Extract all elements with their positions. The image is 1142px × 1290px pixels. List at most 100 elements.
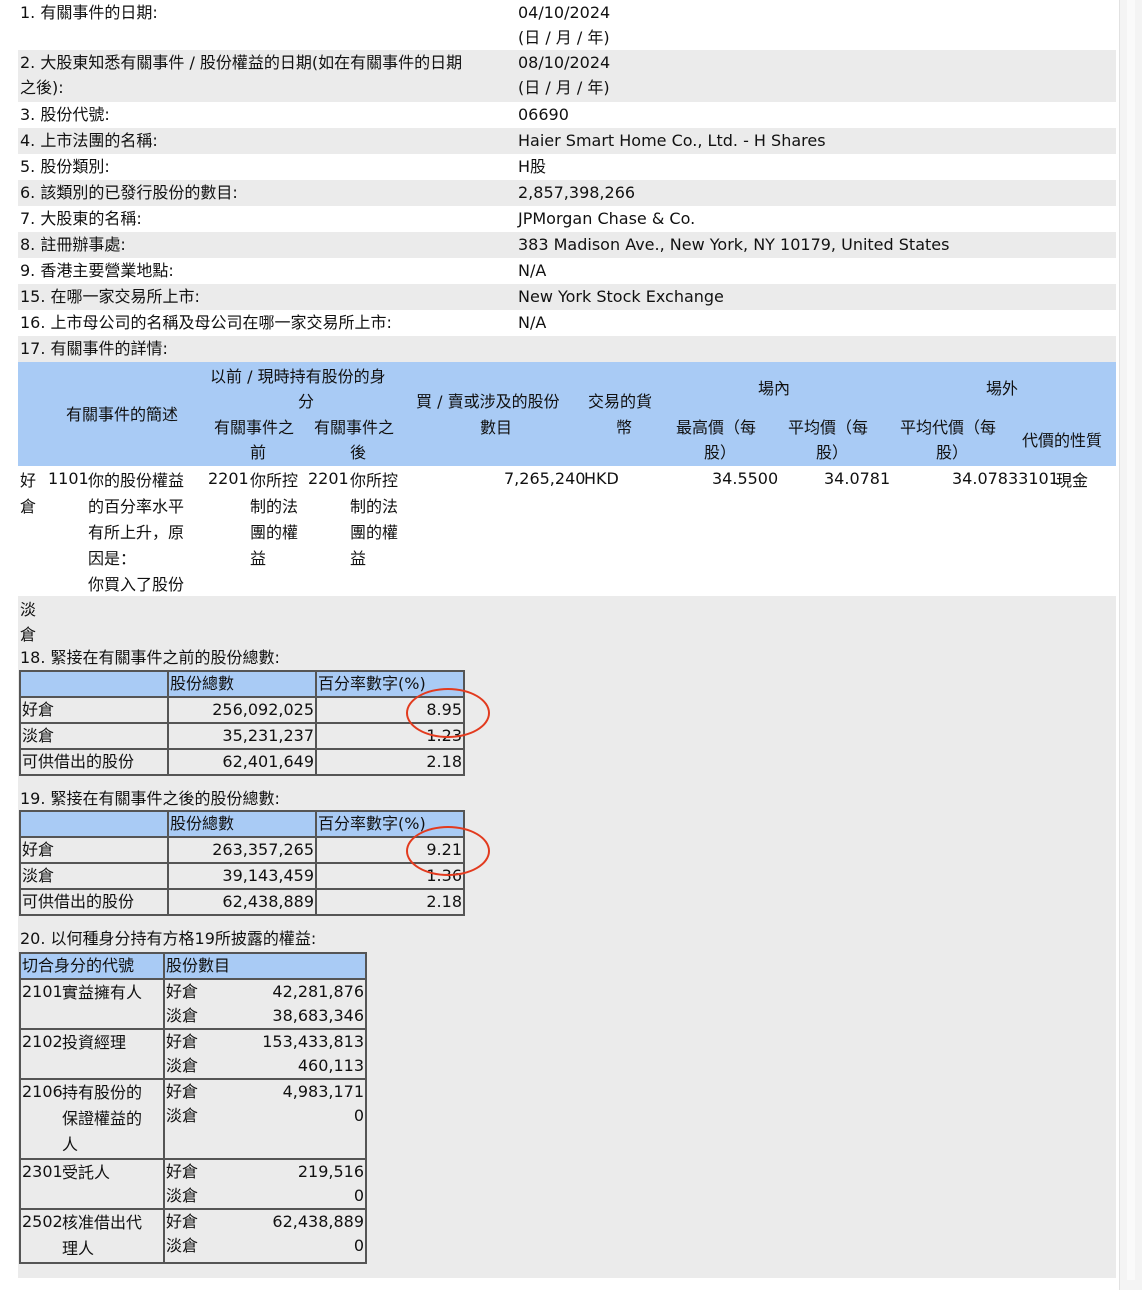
section-20-table: 切合身分的代號 股份數目 2101 實益擁有人 好倉 淡倉 42,281,876 38,68… <box>19 952 367 1264</box>
field-value-text: 04/10/2024 <box>518 3 611 22</box>
field-value: JPMorgan Chase & Co. <box>518 206 695 232</box>
description-line: 團的權 <box>350 523 399 542</box>
header-nature: 代價的性質 <box>1022 431 1103 450</box>
share-total: 62,401,649 <box>167 748 317 776</box>
field-label: 9. 香港主要營業地點: <box>18 258 518 284</box>
header-before: 有關事件之 <box>214 418 295 437</box>
field-row: 9. 香港主要營業地點: N/A <box>18 258 1116 284</box>
capacity-cell: 2101 實益擁有人 <box>19 978 165 1030</box>
table-row: 淡倉 35,231,237 1.23 <box>19 722 465 750</box>
highest-price: 34.5500 <box>712 469 779 488</box>
header-avg-2: 股） <box>816 443 849 462</box>
field-value-text: New York Stock Exchange <box>518 287 724 306</box>
long-position-value: 4,983,171 <box>282 1082 364 1101</box>
disclosure-form: 1. 有關事件的日期: 04/10/2024 (日 / 月 / 年) 2. 大股東知悉… <box>18 0 1116 1278</box>
capacity-name-line: 實益擁有人 <box>62 983 143 1002</box>
row-label: 可供借出的股份 <box>19 748 169 776</box>
field-value-text: 08/10/2024 <box>518 53 611 72</box>
capacity-name-line: 保證權益的 <box>62 1109 143 1128</box>
field-value: 08/10/2024 (日 / 月 / 年) <box>518 50 610 102</box>
field-label-text-2: 之後): <box>20 78 64 97</box>
short-position-label: 淡倉 <box>166 1236 199 1255</box>
short-position-label: 淡倉 <box>166 1106 199 1125</box>
field-label: 3. 股份代號: <box>18 102 518 128</box>
after-description: 你所控 制的法 團的權益 <box>350 468 398 572</box>
field-label: 4. 上市法團的名稱: <box>18 128 518 154</box>
capacity-name: 投資經理 <box>62 1030 126 1056</box>
table-row: 可供借出的股份 62,438,889 2.18 <box>19 888 465 916</box>
description-line: 益 <box>250 549 267 568</box>
share-total: 256,092,025 <box>167 696 317 724</box>
field-label: 8. 註冊辦事處: <box>18 232 518 258</box>
share-percentage: 2.18 <box>315 888 465 916</box>
short-position-value: 0 <box>353 1106 364 1125</box>
section-18-title: 18. 緊接在有關事件之前的股份總數: <box>20 648 280 667</box>
field-value: 06690 <box>518 102 569 128</box>
field-label: 2. 大股東知悉有關事件 / 股份權益的日期(如在有關事件的日期 之後): <box>18 50 518 102</box>
capacity-name-line: 持有股份的 <box>62 1083 143 1102</box>
capacity-code: 2106 <box>22 1082 63 1101</box>
position-values: 42,281,876 38,683,346 <box>203 978 367 1030</box>
field-row: 15. 在哪一家交易所上市: New York Stock Exchange <box>18 284 1116 310</box>
capacity-wrap: 2102 投資經理 <box>22 1030 162 1056</box>
header-total: 股份總數 <box>167 810 317 838</box>
share-total: 39,143,459 <box>167 862 317 890</box>
field-label-text: 3. 股份代號: <box>20 105 110 124</box>
description-line: 有所上升，原 <box>88 523 185 542</box>
header-after: 有關事件之 <box>314 418 395 437</box>
section-19-table: 股份總數 百分率數字(%) 好倉 263,357,265 9.21 淡倉 39,143,4… <box>19 810 465 916</box>
field-value: 2,857,398,266 <box>518 180 635 206</box>
row-label: 可供借出的股份 <box>19 888 169 916</box>
table-row: 好倉 256,092,025 8.95 <box>19 696 465 724</box>
capacity-name-line: 投資經理 <box>62 1033 127 1052</box>
field-label: 15. 在哪一家交易所上市: <box>18 284 518 310</box>
description-line: 的百分率水平 <box>88 497 185 516</box>
capacity-code: 2101 <box>22 982 63 1001</box>
share-total: 62,438,889 <box>167 888 317 916</box>
header-total: 股份總數 <box>167 670 317 698</box>
vertical-scrollbar[interactable] <box>1119 0 1142 1290</box>
section-19: 19. 緊接在有關事件之後的股份總數: 股份總數 百分率數字(%) 好倉 263,3… <box>18 788 1116 928</box>
field-row: 8. 註冊辦事處: 383 Madison Ave., New York, NY … <box>18 232 1116 258</box>
field-value: N/A <box>518 258 546 284</box>
share-total: 263,357,265 <box>167 836 317 864</box>
description-line: 你的股份權益 <box>88 471 185 490</box>
position-values: 219,516 0 <box>203 1158 367 1210</box>
header-after-2: 後 <box>350 443 367 462</box>
section-18-table: 股份總數 百分率數字(%) 好倉 256,092,025 8.95 淡倉 35,231,2… <box>19 670 465 776</box>
capacity-cell: 2102 投資經理 <box>19 1028 165 1080</box>
field-value-text: JPMorgan Chase & Co. <box>518 209 696 228</box>
section-17-header: 有關事件的簡述 以前 / 現時持有股份的身 分 有關事件之 前 有關事件之 後 … <box>18 362 1116 466</box>
description-line: 你所控 <box>350 471 399 490</box>
event-code: 1101 <box>48 469 89 488</box>
field-label-text: 16. 上市母公司的名稱及母公司在哪一家交易所上市: <box>20 313 392 332</box>
field-value-text: H股 <box>518 157 547 176</box>
row-label: 淡倉 <box>19 862 169 890</box>
position-values: 62,438,889 0 <box>203 1208 367 1264</box>
capacity-name: 持有股份的 保證權益的人 <box>62 1080 142 1158</box>
form-fields: 1. 有關事件的日期: 04/10/2024 (日 / 月 / 年) 2. 大股東知悉… <box>18 0 1116 336</box>
capacity-wrap: 2101 實益擁有人 <box>22 980 162 1006</box>
field-row: 1. 有關事件的日期: 04/10/2024 (日 / 月 / 年) <box>18 0 1116 50</box>
description-line: 制的法 <box>350 497 399 516</box>
field-label-text: 2. 大股東知悉有關事件 / 股份權益的日期(如在有關事件的日期 <box>20 53 463 72</box>
long-position-label: 好倉 <box>166 1032 199 1051</box>
position-labels: 好倉 淡倉 <box>163 1078 203 1160</box>
position-labels: 好倉 淡倉 <box>163 1158 203 1210</box>
field-label: 5. 股份類別: <box>18 154 518 180</box>
scrollbar-thumb[interactable] <box>1127 0 1135 1280</box>
section-20: 20. 以何種身分持有方格19所披露的權益: 切合身分的代號 股份數目 2101 實… <box>18 928 1116 1278</box>
header-capacity: 以前 / 現時持有股份的身 <box>210 367 386 386</box>
description-line: 團的權 <box>250 523 299 542</box>
header-desc: 有關事件的簡述 <box>66 405 179 424</box>
header-shares: 買 / 賣或涉及的股份 <box>416 392 560 411</box>
average-price: 34.0781 <box>824 469 891 488</box>
short-label: 淡 <box>20 600 37 619</box>
position-labels: 好倉 淡倉 <box>163 1208 203 1264</box>
field-label: 7. 大股東的名稱: <box>18 206 518 232</box>
short-label-2: 倉 <box>20 625 37 644</box>
section-19-title: 19. 緊接在有關事件之後的股份總數: <box>20 789 280 808</box>
field-label-text: 1. 有關事件的日期: <box>20 3 158 22</box>
after-code: 2201 <box>308 469 349 488</box>
long-position-label: 好倉 <box>166 982 199 1001</box>
